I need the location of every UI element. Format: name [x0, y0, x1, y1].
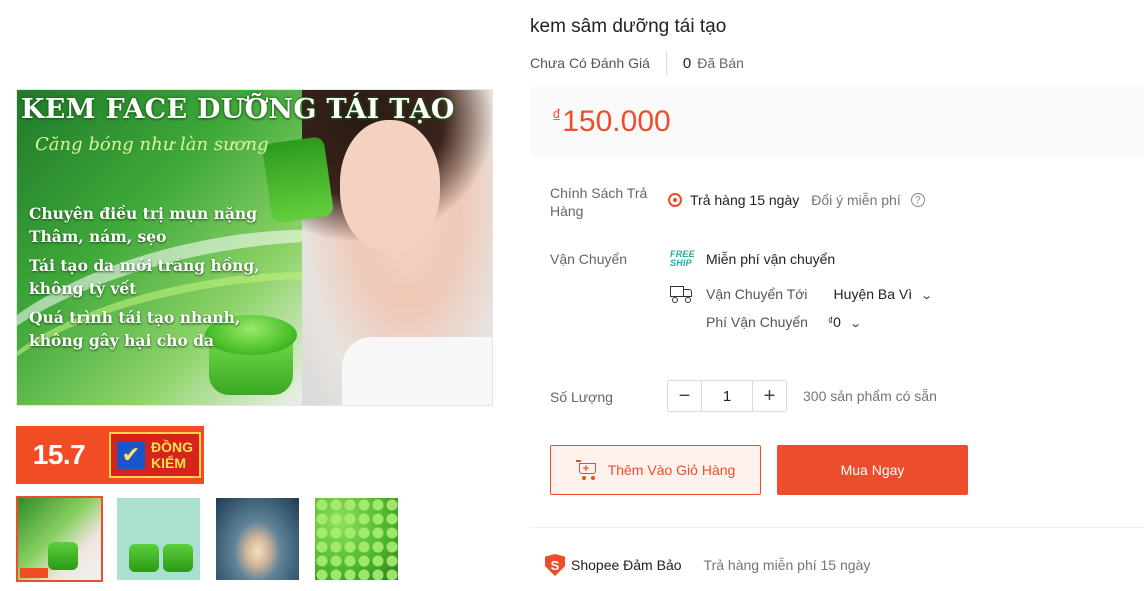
truck-icon [670, 284, 694, 304]
thumbnail-2[interactable] [115, 496, 202, 582]
shipping-fee: Phí Vận Chuyển ₫0 ⌄ [706, 314, 862, 330]
ship-to-label: Vận Chuyển Tới [706, 286, 808, 302]
divider [665, 51, 667, 75]
quantity-input[interactable]: 1 [701, 381, 753, 411]
fee-value: 0 [833, 314, 841, 330]
product-price: 150.000 [562, 105, 671, 138]
main-product-image[interactable]: KEM FACE DƯỠNG TÁI TẠO Căng bóng như làn… [16, 89, 493, 406]
product-title: kem sâm dưỡng tái tạo [530, 16, 727, 37]
return-policy: Trả hàng 15 ngày Đổi ý miễn phí ? [668, 192, 925, 208]
ship-to: Vận Chuyển Tới Huyện Ba Vì ⌄ [670, 284, 934, 304]
promo-date: 15.7 [32, 439, 86, 470]
chevron-down-icon: ⌄ [920, 290, 934, 302]
add-to-cart-button[interactable]: + Thêm Vào Giỏ Hàng [550, 445, 761, 495]
model-photo [302, 90, 492, 405]
freeship-text: Miễn phí vận chuyển [706, 251, 836, 267]
image-claim: Quá trình tái tạo nhanh, không gây hại c… [29, 308, 241, 350]
cart-icon: + [575, 460, 598, 480]
stock-text: 300 sản phẩm có sẵn [803, 388, 937, 404]
free-shipping: FREE SHIP Miễn phí vận chuyển [670, 250, 835, 268]
image-claim: Tái tạo da mới trắng hồng, không tỳ vết [29, 256, 260, 298]
freeship-icon: FREE SHIP [670, 250, 696, 268]
ship-to-value: Huyện Ba Vì [833, 286, 913, 302]
thumbnail-1[interactable] [16, 496, 103, 582]
guarantee-description: Trả hàng miễn phí 15 ngày [703, 557, 871, 573]
rating-text[interactable]: Chưa Có Đánh Giá [530, 55, 666, 71]
section-divider [530, 527, 1144, 528]
sold-label: Đã Bán [697, 55, 744, 71]
shopee-guarantee[interactable]: S Shopee Đảm Bảo Trả hàng miễn phí 15 ng… [545, 554, 870, 576]
decrease-button[interactable]: − [668, 381, 701, 411]
question-icon[interactable]: ? [910, 193, 925, 207]
freeship-logo-line: SHIP [670, 258, 692, 268]
check-icon: ✔ [117, 441, 145, 469]
add-to-cart-label: Thêm Vào Giỏ Hàng [607, 462, 736, 478]
image-tagline: Căng bóng như làn sương [35, 134, 269, 155]
shipping-label: Vận Chuyển [550, 251, 628, 267]
image-headline: KEM FACE DƯỠNG TÁI TẠO [21, 94, 455, 125]
product-meta: Chưa Có Đánh Giá 0 Đã Bán [530, 51, 744, 75]
image-claim: Chuyên điều trị mụn nặng Thâm, nám, sẹo [29, 204, 258, 246]
free-change-text: Đổi ý miễn phí [811, 192, 901, 208]
ship-to-dropdown[interactable]: Huyện Ba Vì ⌄ [833, 286, 934, 302]
badge-text: ĐỒNG KIỂM [151, 439, 193, 471]
sold-count: 0 [682, 54, 692, 72]
return-days: Trả hàng 15 ngày [690, 192, 800, 208]
price-box: ₫ 150.000 [530, 87, 1144, 157]
thumbnail-strip [16, 496, 400, 582]
quantity-stepper: − 1 + 300 sản phẩm có sẵn [667, 380, 937, 412]
shipping-fee-label: Phí Vận Chuyển [706, 314, 808, 330]
co-check-badge: ✔ ĐỒNG KIỂM [109, 432, 201, 478]
increase-button[interactable]: + [753, 381, 786, 411]
image-claims: Chuyên điều trị mụn nặng Thâm, nám, sẹo … [29, 202, 289, 358]
chevron-down-icon: ⌄ [848, 318, 862, 330]
buy-now-button[interactable]: Mua Ngay [777, 445, 968, 495]
return-icon [668, 193, 682, 207]
promo-banner: 15.7 ✔ ĐỒNG KIỂM [16, 426, 204, 484]
currency-symbol: ₫ [552, 106, 562, 126]
return-policy-label: Chính Sách Trả Hàng [550, 185, 648, 219]
shipping-fee-dropdown[interactable]: ₫0 ⌄ [828, 314, 862, 330]
thumbnail-3[interactable] [214, 496, 301, 582]
shield-icon: S [545, 554, 565, 576]
quantity-label: Số Lượng [550, 389, 613, 405]
thumbnail-4[interactable] [313, 496, 400, 582]
guarantee-name: Shopee Đảm Bảo [571, 557, 682, 573]
